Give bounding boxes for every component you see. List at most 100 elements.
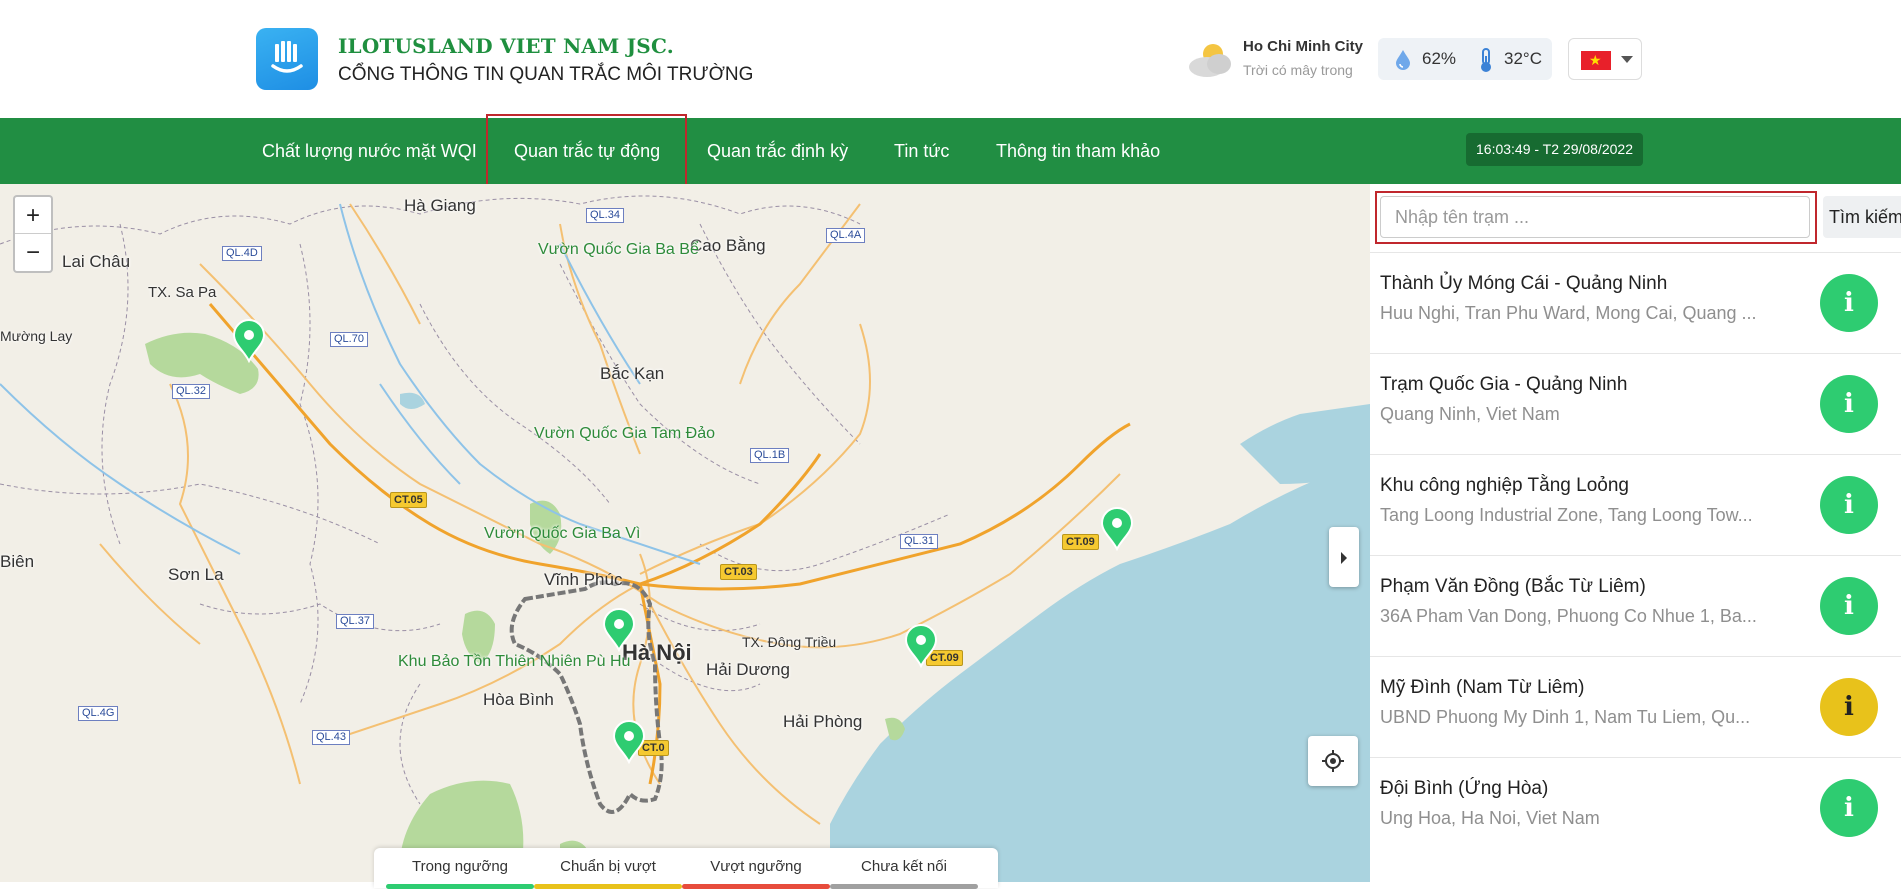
chevron-down-icon bbox=[1621, 56, 1633, 63]
clock: 16:03:49 - T2 29/08/2022 bbox=[1466, 133, 1643, 166]
map-road-ql70: QL.70 bbox=[330, 332, 368, 347]
map-label-muong-lay: Mường Lay bbox=[0, 328, 73, 344]
zoom-in-button[interactable]: + bbox=[15, 197, 51, 234]
station-name: Thành Ủy Móng Cái - Quảng Ninh bbox=[1380, 273, 1668, 294]
station-item[interactable]: Phạm Văn Đồng (Bắc Từ Liêm) 36A Pham Van… bbox=[1370, 555, 1901, 656]
station-address: Ung Hoa, Ha Noi, Viet Nam bbox=[1380, 808, 1600, 828]
station-marker[interactable] bbox=[612, 720, 646, 764]
station-name: Khu công nghiệp Tằng Loỏng bbox=[1380, 475, 1629, 496]
legend-label: Chuẩn bị vượt bbox=[560, 858, 656, 875]
language-selector[interactable]: ★ bbox=[1568, 38, 1642, 80]
info-icon[interactable]: i bbox=[1820, 476, 1878, 534]
map-road-ql31: QL.31 bbox=[900, 534, 938, 549]
zoom-control: + − bbox=[13, 195, 53, 273]
crosshair-icon bbox=[1322, 750, 1344, 772]
legend-color-bar bbox=[386, 884, 534, 889]
brand-subtitle: CỔNG THÔNG TIN QUAN TRẮC MÔI TRƯỜNG bbox=[338, 64, 754, 85]
map-label-lai-chau: Lai Châu bbox=[62, 252, 131, 271]
station-name: Trạm Quốc Gia - Quảng Ninh bbox=[1380, 374, 1628, 395]
map-label-hoa-binh: Hòa Bình bbox=[483, 690, 554, 709]
map-label-vinh-phuc: Vĩnh Phúc bbox=[544, 570, 623, 589]
nav-item-periodic-monitoring[interactable]: Quan trắc định kỳ bbox=[707, 118, 848, 184]
station-item[interactable]: Thành Ủy Móng Cái - Quảng Ninh Huu Nghi,… bbox=[1370, 252, 1901, 353]
info-icon[interactable]: i bbox=[1820, 779, 1878, 837]
expand-panel-button[interactable] bbox=[1329, 527, 1359, 587]
zoom-out-button[interactable]: − bbox=[15, 234, 51, 271]
partly-cloudy-icon bbox=[1183, 40, 1237, 85]
legend-item-disconnected: Chưa kết nối bbox=[830, 858, 978, 889]
nav-item-news[interactable]: Tin tức bbox=[894, 118, 949, 184]
legend-label: Vượt ngưỡng bbox=[710, 858, 802, 875]
active-nav-highlight bbox=[486, 114, 687, 189]
map-label-son-la: Sơn La bbox=[168, 565, 224, 584]
humidity-icon bbox=[1394, 49, 1412, 76]
map-label-dong-trieu: TX. Đông Triều bbox=[742, 634, 837, 650]
humidity-value: 62% bbox=[1422, 49, 1457, 68]
station-name: Mỹ Đình (Nam Từ Liêm) bbox=[1380, 677, 1585, 698]
map-road-ql37: QL.37 bbox=[336, 614, 374, 629]
map-label-hai-phong: Hải Phòng bbox=[783, 712, 863, 731]
station-marker[interactable] bbox=[1100, 507, 1134, 551]
search-button[interactable]: Tìm kiếm bbox=[1823, 196, 1901, 238]
station-item[interactable]: Khu công nghiệp Tằng Loỏng Tang Loong In… bbox=[1370, 454, 1901, 555]
map-road-ql4g: QL.4G bbox=[78, 706, 119, 721]
brand-name: ILOTUSLAND VIET NAM JSC. bbox=[338, 34, 674, 58]
station-marker[interactable] bbox=[232, 319, 266, 363]
locate-button[interactable] bbox=[1308, 736, 1358, 786]
weather-description: Trời có mây trong bbox=[1243, 62, 1353, 78]
legend-item-in-threshold: Trong ngưỡng bbox=[386, 858, 534, 889]
map-label-bien: Biên bbox=[0, 552, 35, 571]
station-name: Đội Bình (Ứng Hòa) bbox=[1380, 778, 1549, 799]
legend-label: Trong ngưỡng bbox=[411, 858, 509, 875]
chevron-right-icon bbox=[1341, 552, 1347, 565]
info-icon[interactable]: i bbox=[1820, 274, 1878, 332]
header: ILOTUSLAND VIET NAM JSC. CỔNG THÔNG TIN … bbox=[0, 0, 1901, 118]
info-icon[interactable]: i bbox=[1820, 375, 1878, 433]
map-label-cao-bang: Cao Bằng bbox=[690, 236, 766, 255]
nav-item-wqi[interactable]: Chất lượng nước mặt WQI bbox=[262, 118, 477, 184]
station-name: Phạm Văn Đồng (Bắc Từ Liêm) bbox=[1380, 576, 1646, 597]
map-expressway-ct09-east: CT.09 bbox=[1062, 534, 1099, 550]
map-park-ba-be: Vườn Quốc Gia Ba Bể bbox=[538, 241, 699, 258]
station-item[interactable]: Trạm Quốc Gia - Quảng Ninh Quang Ninh, V… bbox=[1370, 353, 1901, 454]
temperature-value: 32°C bbox=[1504, 49, 1542, 68]
weather-city: Ho Chi Minh City bbox=[1243, 38, 1363, 55]
info-icon[interactable]: i bbox=[1820, 678, 1878, 736]
map-park-ba-vi: Vườn Quốc Gia Ba Vì bbox=[484, 525, 641, 542]
map-label-ha-giang: Hà Giang bbox=[404, 196, 476, 215]
station-address: 36A Pham Van Dong, Phuong Co Nhue 1, Ba.… bbox=[1380, 606, 1757, 626]
logo-icon[interactable] bbox=[256, 28, 318, 90]
map-label-bac-kan: Bắc Kạn bbox=[600, 364, 665, 383]
legend-item-over-threshold: Vượt ngưỡng bbox=[682, 858, 830, 889]
legend-color-bar bbox=[534, 884, 682, 889]
map-park-pu-hu: Khu Bảo Tồn Thiên Nhiên Pù Hu bbox=[398, 653, 631, 670]
info-icon[interactable]: i bbox=[1820, 577, 1878, 635]
map-park-tam-dao: Vườn Quốc Gia Tam Đảo bbox=[534, 425, 715, 442]
map-road-ql43: QL.43 bbox=[312, 730, 350, 745]
thermometer-icon bbox=[1478, 47, 1494, 78]
search-highlight bbox=[1375, 191, 1817, 244]
legend-item-near-threshold: Chuẩn bị vượt bbox=[534, 858, 682, 889]
vietnam-flag-icon: ★ bbox=[1581, 51, 1611, 70]
station-marker[interactable] bbox=[904, 624, 938, 668]
map-legend: Trong ngưỡng Chuẩn bị vượt Vượt ngưỡng C… bbox=[374, 848, 998, 889]
nav-item-reference[interactable]: Thông tin tham khảo bbox=[996, 118, 1160, 184]
station-address: UBND Phuong My Dinh 1, Nam Tu Liem, Qu..… bbox=[1380, 707, 1751, 727]
station-address: Quang Ninh, Viet Nam bbox=[1380, 404, 1560, 424]
map-road-ql32: QL.32 bbox=[172, 384, 210, 399]
station-item[interactable]: Mỹ Đình (Nam Từ Liêm) UBND Phuong My Din… bbox=[1370, 656, 1901, 757]
station-address: Huu Nghi, Tran Phu Ward, Mong Cai, Quang… bbox=[1380, 303, 1757, 323]
map-expressway-ct03: CT.03 bbox=[720, 564, 757, 580]
legend-color-bar bbox=[682, 884, 830, 889]
weather-stats: 62% 32°C bbox=[1378, 38, 1552, 80]
map-road-ql1b: QL.1B bbox=[750, 448, 790, 463]
map-road-ql34: QL.34 bbox=[586, 208, 624, 223]
map[interactable]: Hà Giang Cao Bằng Lai Châu TX. Sa Pa Mườ… bbox=[0, 184, 1370, 882]
station-item[interactable]: Đội Bình (Ứng Hòa) Ung Hoa, Ha Noi, Viet… bbox=[1370, 757, 1901, 858]
map-road-ql4a: QL.4A bbox=[826, 228, 866, 243]
map-label-sa-pa: TX. Sa Pa bbox=[148, 284, 217, 301]
map-road-ql4d: QL.4D bbox=[222, 246, 262, 261]
legend-color-bar bbox=[830, 884, 978, 889]
station-address: Tang Loong Industrial Zone, Tang Loong T… bbox=[1380, 505, 1753, 525]
station-marker[interactable] bbox=[602, 608, 636, 652]
